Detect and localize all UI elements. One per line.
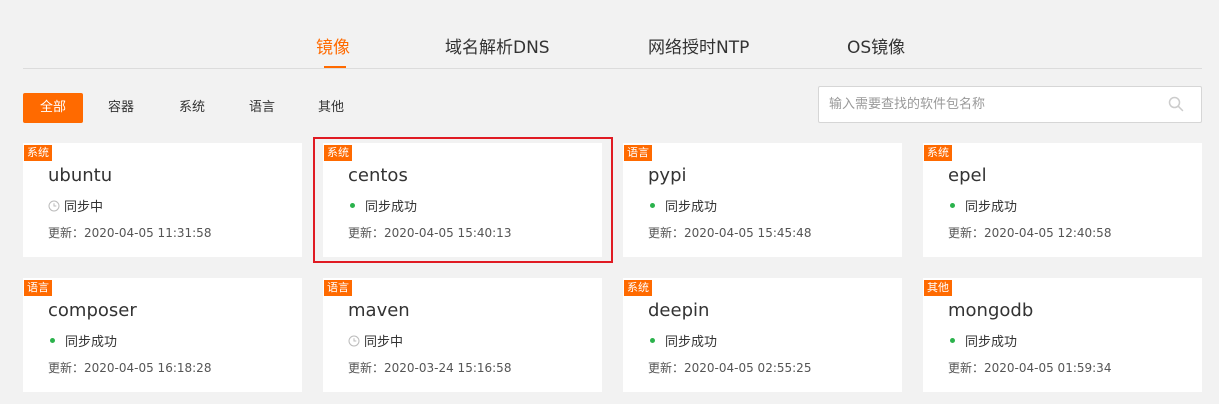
updated-time: 更新：2020-04-05 12:40:58 [948,226,1112,240]
sync-status-text: 同步成功 [965,335,1018,350]
card-title: maven [348,300,410,321]
mirror-card-epel[interactable]: 系统 epel 同步成功 更新：2020-04-05 12:40:58 [923,143,1202,257]
card-title: epel [948,165,987,186]
updated-time: 更新：2020-03-24 15:16:58 [348,361,512,375]
card-title: mongodb [948,300,1034,321]
updated-time: 更新：2020-04-05 15:45:48 [648,226,812,240]
category-tag: 其他 [924,280,952,296]
nav-divider [23,68,1202,69]
sync-status: 同步成功 [648,196,717,215]
mirror-card-maven[interactable]: 语言 maven 同步中 更新：2020-03-24 15:16:58 [323,278,602,392]
tab-mirror[interactable]: 镜像 [316,33,350,58]
sync-status: 同步成功 [948,331,1017,350]
category-tag: 系统 [624,280,652,296]
category-tag: 语言 [324,280,352,296]
filter-language[interactable]: 语言 [249,93,275,123]
sync-status-text: 同步成功 [965,200,1018,215]
mirror-card-ubuntu[interactable]: 系统 ubuntu 同步中 更新：2020-04-05 11:31:58 [23,143,302,257]
updated-time: 更新：2020-04-05 01:59:34 [948,361,1112,375]
category-tag: 语言 [24,280,52,296]
sync-status-text: 同步成功 [665,335,718,350]
sync-status: 同步成功 [48,331,117,350]
filter-all[interactable]: 全部 [23,93,83,123]
sync-status-text: 同步中 [64,200,104,215]
sync-status: 同步中 [48,196,103,215]
success-dot-icon [650,203,655,208]
category-tag: 系统 [924,145,952,161]
mirror-card-deepin[interactable]: 系统 deepin 同步成功 更新：2020-04-05 02:55:25 [623,278,902,392]
mirror-card-mongodb[interactable]: 其他 mongodb 同步成功 更新：2020-04-05 01:59:34 [923,278,1202,392]
updated-time: 更新：2020-04-05 02:55:25 [648,361,812,375]
highlight-box [313,137,613,263]
sync-status-text: 同步成功 [665,200,718,215]
success-dot-icon [950,203,955,208]
clock-icon [48,200,60,211]
sync-status: 同步中 [348,331,403,350]
sync-status-text: 同步中 [364,335,404,350]
search-box [818,86,1202,123]
filter-container[interactable]: 容器 [108,93,134,123]
sync-status-text: 同步成功 [65,335,118,350]
updated-time: 更新：2020-04-05 16:18:28 [48,361,212,375]
sync-status: 同步成功 [648,331,717,350]
updated-time: 更新：2020-04-05 11:31:58 [48,226,212,240]
search-input[interactable] [819,87,1159,122]
clock-icon [348,335,360,346]
filter-system[interactable]: 系统 [179,93,205,123]
card-title: deepin [648,300,710,321]
success-dot-icon [950,338,955,343]
success-dot-icon [50,338,55,343]
top-nav: 镜像 域名解析DNS 网络授时NTP OS镜像 [0,0,1219,69]
card-title: composer [48,300,137,321]
card-title: pypi [648,165,687,186]
search-icon[interactable] [1168,96,1184,112]
success-dot-icon [650,338,655,343]
tab-dns[interactable]: 域名解析DNS [445,33,550,58]
tab-ntp[interactable]: 网络授时NTP [648,33,749,58]
category-tag: 语言 [624,145,652,161]
tab-os-mirror[interactable]: OS镜像 [847,33,905,58]
sync-status: 同步成功 [948,196,1017,215]
mirror-card-pypi[interactable]: 语言 pypi 同步成功 更新：2020-04-05 15:45:48 [623,143,902,257]
mirror-card-composer[interactable]: 语言 composer 同步成功 更新：2020-04-05 16:18:28 [23,278,302,392]
category-tag: 系统 [24,145,52,161]
card-title: ubuntu [48,165,113,186]
filter-other[interactable]: 其他 [318,93,344,123]
